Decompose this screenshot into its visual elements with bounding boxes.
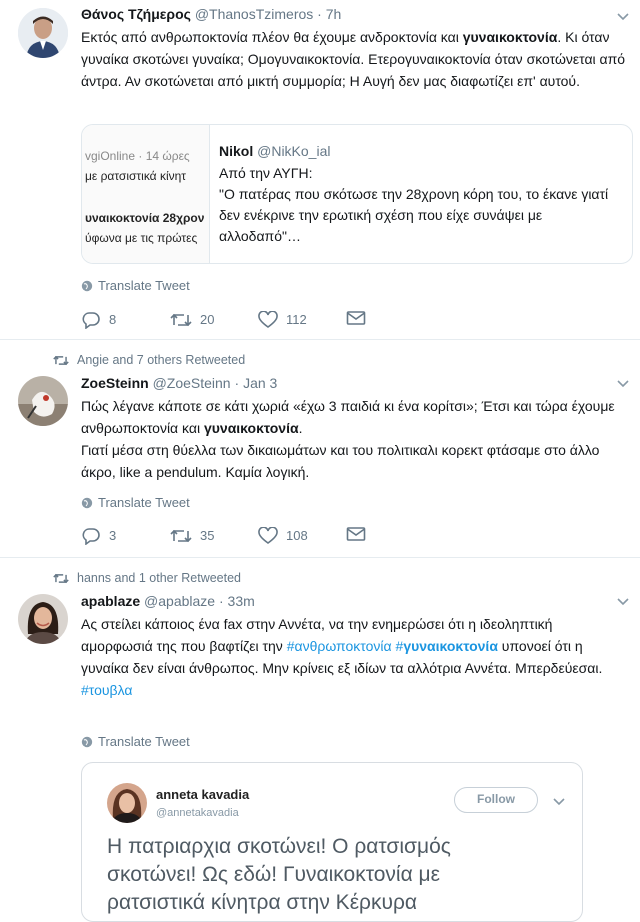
separator: · — [317, 6, 322, 22]
text-segment: Πώς λέγανε κάποτε σε κάτι χωριά «έχω 3 π… — [81, 398, 615, 436]
chevron-down-icon[interactable] — [616, 595, 630, 609]
thumb-source: vgiOnline · 14 ώρες — [85, 149, 190, 163]
display-name[interactable]: Θάνος Τζήμερος — [81, 6, 191, 22]
retweet-button[interactable]: 20 — [170, 310, 214, 330]
text-segment: Εκτός από ανθρωποκτονία πλέον θα έχουμε … — [81, 29, 463, 45]
timestamp[interactable]: 7h — [326, 6, 342, 22]
hashtag-text: γυναικοκτονία — [403, 638, 498, 654]
heart-icon — [258, 527, 278, 544]
quoted-header: Nikol @NikKo_ial — [219, 141, 330, 161]
highlight: γυναικοκτονία — [462, 29, 558, 45]
envelope-icon — [346, 527, 366, 541]
display-name[interactable]: ZoeSteinn — [81, 375, 149, 391]
tweet-text: Εκτός από ανθρωποκτονία πλέον θα έχουμε … — [81, 26, 626, 92]
quoted-name[interactable]: Nikol — [219, 143, 253, 159]
text-segment: . — [298, 420, 303, 436]
separator: · — [234, 375, 240, 391]
quoted-line: "Ο πατέρας που σκότωσε την 28χρονη κόρη … — [219, 186, 609, 244]
thumb-line: με ρατσιστικά κίνητ — [85, 169, 187, 183]
quoted-line: Από την ΑΥΓΗ: — [219, 165, 313, 181]
embed-text: Η πατριαρχια σκοτώνει! Ο ρατσισμός σκοτώ… — [107, 835, 451, 914]
embed-avatar — [107, 783, 147, 823]
thumb-headline: υναικοκτονία 28χρον — [85, 211, 205, 225]
tweet-header: Θάνος Τζήμερος @ThanosTzimeros · 7h — [81, 4, 341, 24]
tweet-header: ZoeSteinn @ZoeSteinn · Jan 3 — [81, 373, 277, 393]
chevron-down-icon[interactable] — [616, 377, 630, 391]
highlight: γυναικοκτονία — [203, 420, 299, 436]
like-count: 108 — [286, 528, 308, 543]
context-label[interactable]: Angie and 7 others Retweeted — [77, 350, 245, 370]
hashtag-link[interactable]: #τουβλα — [81, 679, 626, 701]
display-name[interactable]: apablaze — [81, 593, 140, 609]
quoted-text: Από την ΑΥΓΗ: "Ο πατέρας που σκότωσε την… — [219, 163, 619, 247]
hashtag-link[interactable]: #γυναικοκτονία — [396, 638, 498, 654]
text-paragraph: Γιατί μέσα στη θύελλα των δικαιωμάτων κα… — [81, 442, 600, 480]
reply-button[interactable]: 3 — [81, 526, 116, 546]
retweet-icon — [170, 529, 192, 543]
like-count: 112 — [286, 312, 307, 327]
translate-link[interactable]: Translate Tweet — [81, 276, 190, 296]
retweet-button[interactable]: 35 — [170, 526, 214, 546]
retweet-context: hanns and 1 other Retweeted — [53, 568, 241, 588]
thumb-line: ύφωνα με τις πρώτες — [85, 231, 198, 245]
tweet-header: apablaze @apablaze · 33m — [81, 591, 255, 611]
heart-icon — [258, 311, 278, 328]
timestamp[interactable]: Jan 3 — [243, 375, 277, 391]
hashtag-link[interactable]: #ανθρωποκτονία — [287, 638, 392, 654]
retweet-icon — [53, 355, 69, 365]
message-button[interactable] — [346, 526, 366, 542]
separator: · — [218, 593, 224, 609]
embed-name: anneta kavadia — [156, 787, 250, 802]
handle[interactable]: @ZoeSteinn — [153, 375, 231, 391]
translate-label: Translate Tweet — [98, 495, 190, 510]
handle[interactable]: @apablaze — [144, 593, 215, 609]
quoted-handle[interactable]: @NikKo_ial — [257, 143, 330, 159]
translate-link[interactable]: Translate Tweet — [81, 732, 190, 752]
chevron-down-icon[interactable] — [616, 10, 630, 24]
handle[interactable]: @ThanosTzimeros — [195, 6, 313, 22]
avatar[interactable] — [18, 376, 68, 426]
retweet-count: 20 — [200, 312, 215, 327]
tweet-text: Ας στείλει κάποιος ένα fax στην Αννέτα, … — [81, 613, 626, 701]
context-label[interactable]: hanns and 1 other Retweeted — [77, 568, 241, 588]
retweet-context: Angie and 7 others Retweeted — [53, 350, 245, 370]
quoted-tweet[interactable]: vgiOnline · 14 ώρες με ρατσιστικά κίνητ … — [81, 124, 633, 264]
message-button[interactable] — [346, 310, 366, 326]
globe-icon — [81, 497, 93, 509]
tweet-2[interactable]: Angie and 7 others Retweeted ZoeSteinn @… — [0, 340, 640, 558]
reply-count: 8 — [109, 312, 117, 327]
embedded-tweet-image[interactable]: anneta kavadia @annetakavadia Follow Η π… — [81, 762, 583, 922]
reply-icon — [82, 312, 100, 329]
like-button[interactable]: 112 — [258, 310, 307, 330]
like-button[interactable]: 108 — [258, 526, 308, 546]
tweet-text: Πώς λέγανε κάποτε σε κάτι χωριά «έχω 3 π… — [81, 395, 626, 483]
globe-icon — [81, 736, 93, 748]
translate-link[interactable]: Translate Tweet — [81, 493, 190, 513]
retweet-icon — [170, 313, 192, 327]
translate-label: Translate Tweet — [98, 734, 190, 749]
reply-icon — [82, 528, 100, 545]
retweet-count: 35 — [200, 528, 215, 543]
embed-handle: @annetakavadia — [156, 807, 239, 819]
timestamp[interactable]: 33m — [228, 593, 255, 609]
reply-button[interactable]: 8 — [81, 310, 116, 330]
embed-follow-button: Follow — [454, 787, 538, 813]
retweet-icon — [53, 573, 69, 583]
reply-count: 3 — [109, 528, 117, 543]
tweet-1[interactable]: Θάνος Τζήμερος @ThanosTzimeros · 7h Εκτό… — [0, 0, 640, 340]
avatar[interactable] — [18, 8, 68, 58]
envelope-icon — [346, 311, 366, 325]
quoted-thumbnail: vgiOnline · 14 ώρες με ρατσιστικά κίνητ … — [82, 125, 210, 263]
chevron-down-icon — [553, 798, 565, 806]
globe-icon — [81, 280, 93, 292]
translate-label: Translate Tweet — [98, 278, 190, 293]
avatar[interactable] — [18, 594, 68, 644]
tweet-3[interactable]: hanns and 1 other Retweeted apablaze @ap… — [0, 558, 640, 922]
